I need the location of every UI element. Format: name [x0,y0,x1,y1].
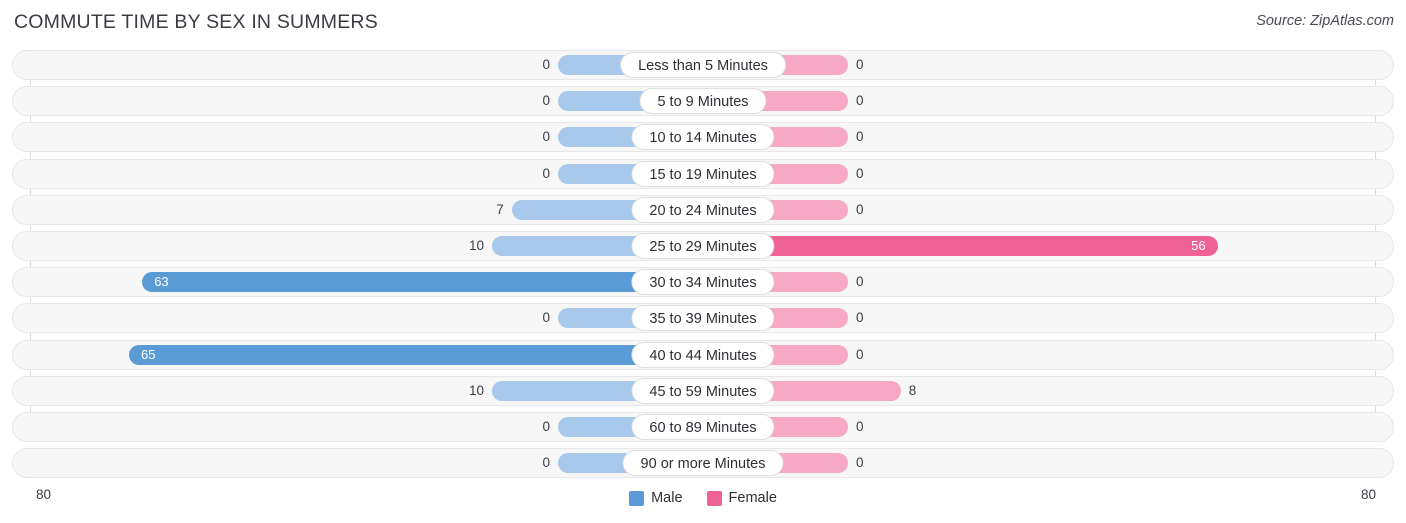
value-label-male: 0 [542,93,550,109]
legend-label-male: Male [651,490,683,506]
bar-value-male: 63 [154,274,169,290]
value-label-female: 0 [856,93,864,109]
bar-row: 63 0 30 to 34 Minutes [0,267,1406,298]
value-label-female: 0 [856,165,864,181]
legend-label-female: Female [728,490,777,506]
value-label-male: 0 [542,310,550,326]
bar-row: 0 0 35 to 39 Minutes [0,303,1406,334]
value-label-female: 0 [856,418,864,434]
bar-row: 0 0 15 to 19 Minutes [0,158,1406,189]
bar-row: 10 8 45 to 59 Minutes [0,375,1406,406]
bar-male[interactable]: 63 [142,272,703,293]
value-label-female: 0 [856,129,864,145]
commute-time-by-sex-chart: COMMUTE TIME BY SEX IN SUMMERS Source: Z… [0,0,1406,523]
bar-rows: 0 0 Less than 5 Minutes 0 0 5 to 9 Minutes 0 0 1… [0,50,1406,484]
category-label: 40 to 44 Minutes [631,341,775,368]
category-label: 45 to 59 Minutes [631,377,775,404]
bar-row: 7 0 20 to 24 Minutes [0,194,1406,225]
category-label: 10 to 14 Minutes [631,124,775,151]
value-label-male: 0 [542,129,550,145]
bar-row: 0 0 10 to 14 Minutes [0,122,1406,153]
legend-swatch-female-icon [706,490,722,506]
plot-area: 0 0 Less than 5 Minutes 0 0 5 to 9 Minutes 0 0 1… [0,50,1406,485]
category-label: 90 or more Minutes [622,450,784,477]
value-label-male: 10 [468,237,484,253]
value-label-female: 0 [856,57,864,72]
value-label-female: 8 [908,382,917,398]
category-label: 60 to 89 Minutes [631,413,775,440]
category-label: Less than 5 Minutes [620,52,786,78]
value-label-female: 0 [856,455,864,471]
value-label-male: 10 [468,382,484,398]
page-title: COMMUTE TIME BY SEX IN SUMMERS [14,11,378,33]
category-label: 15 to 19 Minutes [631,160,775,187]
value-label-male: 0 [542,165,550,181]
bar-row: 0 0 90 or more Minutes [0,448,1406,479]
legend-swatch-male-icon [629,490,645,506]
value-label-female: 0 [856,346,864,362]
category-label: 20 to 24 Minutes [631,196,775,223]
value-label-male: 0 [542,57,550,72]
bar-row: 0 0 60 to 89 Minutes [0,411,1406,442]
bar-value-female: 56 [1191,237,1206,253]
bar-row: 65 0 40 to 44 Minutes [0,339,1406,370]
bar-row: 0 0 Less than 5 Minutes [0,50,1406,80]
legend-item-female[interactable]: Female [706,490,777,506]
chart-header: COMMUTE TIME BY SEX IN SUMMERS Source: Z… [0,0,1406,46]
category-label: 35 to 39 Minutes [631,305,775,332]
chart-legend: Male Female [0,487,1406,509]
category-label: 25 to 29 Minutes [631,232,775,259]
bar-male[interactable]: 65 [129,344,703,365]
value-label-male: 0 [542,455,550,471]
bar-row: 56 10 25 to 29 Minutes [0,230,1406,261]
value-label-female: 0 [856,201,864,217]
category-label: 30 to 34 Minutes [631,269,775,296]
value-label-male: 0 [542,418,550,434]
value-label-female: 0 [856,310,864,326]
source-attribution: Source: ZipAtlas.com [1256,13,1394,29]
value-label-female: 0 [856,274,864,290]
bar-value-male: 65 [141,346,156,362]
value-label-male: 7 [496,201,504,217]
bar-female[interactable]: 56 [703,235,1218,256]
category-label: 5 to 9 Minutes [639,88,767,115]
legend-item-male[interactable]: Male [629,490,683,506]
bar-row: 0 0 5 to 9 Minutes [0,86,1406,117]
